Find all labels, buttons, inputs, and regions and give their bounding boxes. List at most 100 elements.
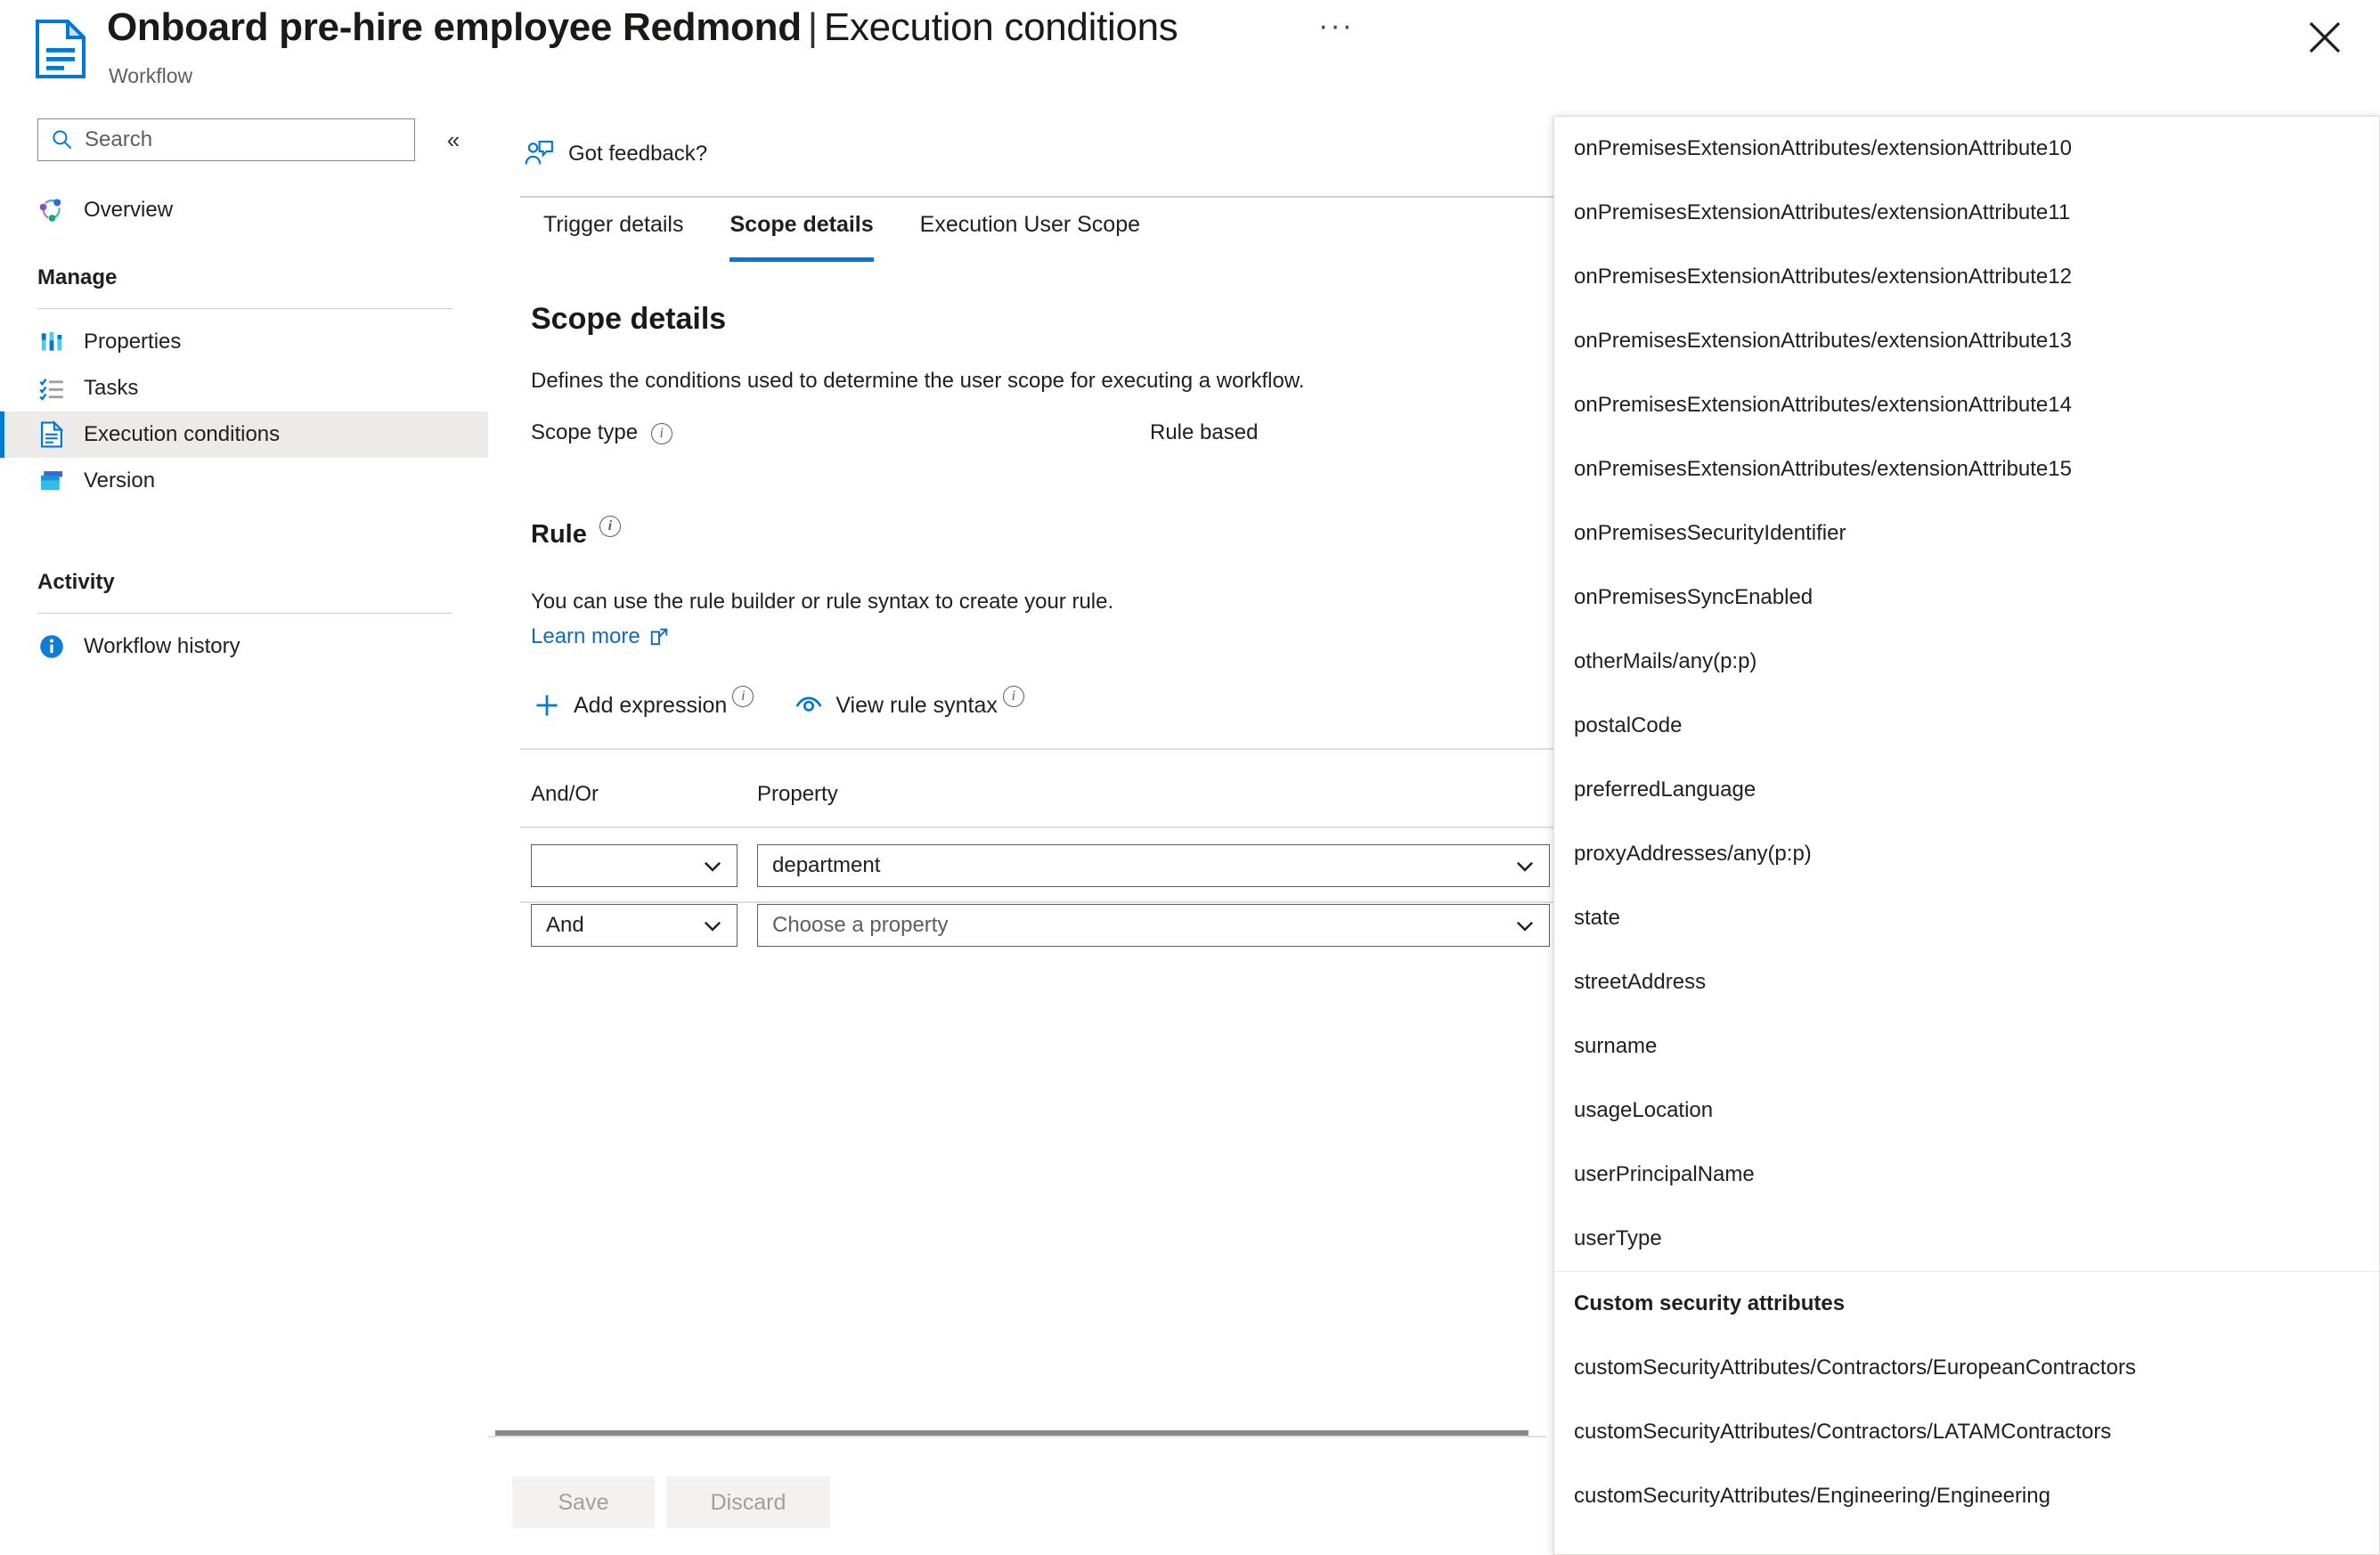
close-icon[interactable] — [2303, 16, 2346, 59]
pane-title: Scope details — [531, 302, 727, 336]
andor-select-row-2[interactable]: And — [531, 904, 738, 947]
info-icon[interactable]: i — [599, 516, 621, 538]
save-button[interactable]: Save — [512, 1477, 655, 1528]
search-icon — [51, 128, 74, 151]
property-option[interactable]: onPremisesExtensionAttributes/extensionA… — [1554, 373, 2379, 437]
tab-label: Trigger details — [543, 212, 684, 237]
property-option[interactable]: streetAddress — [1554, 950, 2379, 1014]
property-option[interactable]: onPremisesExtensionAttributes/extensionA… — [1554, 437, 2379, 501]
view-rule-syntax-button[interactable]: View rule syntax i — [793, 686, 1024, 721]
external-link-icon — [649, 627, 669, 647]
sidebar-item-label: Overview — [84, 198, 174, 222]
sidebar-item-label: Execution conditions — [84, 422, 281, 446]
page-title-section: Execution conditions — [823, 5, 1178, 49]
chevron-down-icon — [1513, 914, 1536, 937]
property-option[interactable]: otherMails/any(p:p) — [1554, 630, 2379, 694]
property-option[interactable]: onPremisesExtensionAttributes/extensionA… — [1554, 117, 2379, 181]
sidebar-item-properties[interactable]: Properties — [0, 319, 488, 365]
property-option[interactable]: postalCode — [1554, 694, 2379, 758]
info-icon[interactable]: i — [1002, 686, 1024, 707]
add-expression-label: Add expression — [574, 692, 728, 718]
property-option[interactable]: onPremisesExtensionAttributes/extensionA… — [1554, 309, 2379, 373]
grid-header-divider — [520, 826, 1575, 828]
search-input[interactable]: Search — [37, 118, 415, 161]
tasks-checklist-icon — [37, 374, 66, 403]
property-group-header: Custom security attributes — [1574, 1291, 1846, 1315]
andor-value-row-2: And — [546, 913, 584, 937]
grid-top-divider — [520, 748, 1575, 750]
property-option[interactable]: usageLocation — [1554, 1079, 2379, 1143]
add-expression-button[interactable]: Add expression i — [531, 686, 754, 721]
property-option[interactable]: onPremisesSyncEnabled — [1554, 566, 2379, 630]
tab-label: Execution User Scope — [919, 212, 1141, 237]
learn-more-link[interactable]: Learn more — [531, 624, 669, 649]
chevron-down-icon — [701, 914, 724, 937]
discard-button[interactable]: Discard — [666, 1477, 830, 1528]
scope-type-text: Scope type — [531, 420, 639, 444]
sidebar-item-label: Workflow history — [84, 634, 240, 658]
page-header: Onboard pre-hire employee Redmond | Execut… — [0, 0, 2380, 105]
property-option[interactable]: preferredLanguage — [1554, 758, 2379, 822]
properties-icon — [37, 328, 66, 356]
info-icon[interactable]: i — [732, 686, 754, 707]
column-header-property: Property — [757, 782, 838, 806]
property-select-row-2[interactable]: Choose a property — [757, 904, 1550, 947]
sidebar: Search « Overview Manage Properties Task… — [0, 105, 488, 1555]
sidebar-item-execution-conditions[interactable]: Execution conditions — [0, 411, 488, 458]
property-value-row-2: Choose a property — [772, 913, 949, 937]
sidebar-group-manage: Manage — [37, 265, 118, 289]
property-option[interactable]: userType — [1554, 1207, 2379, 1271]
sidebar-item-workflow-history[interactable]: Workflow history — [0, 623, 488, 670]
view-rule-syntax-label: View rule syntax — [835, 692, 998, 718]
page-title: Onboard pre-hire employee Redmond | Execut… — [107, 5, 1178, 50]
document-icon — [37, 420, 66, 449]
scope-type-label: Scope type i — [531, 420, 672, 445]
search-placeholder: Search — [85, 127, 153, 151]
info-icon[interactable]: i — [650, 422, 672, 444]
property-dropdown-list: onPremisesExtensionAttributes/extensionA… — [1554, 117, 2379, 1528]
sidebar-item-label: Version — [84, 468, 156, 493]
sidebar-group-activity: Activity — [37, 570, 115, 594]
property-option[interactable]: onPremisesExtensionAttributes/extensionA… — [1554, 181, 2379, 245]
got-feedback-button[interactable]: Got feedback? — [524, 139, 707, 169]
more-options-button[interactable]: ··· — [1316, 11, 1356, 52]
property-option[interactable]: onPremisesExtensionAttributes/extensionA… — [1554, 245, 2379, 309]
overview-icon — [37, 196, 66, 224]
chevron-down-icon — [1513, 854, 1536, 877]
feedback-person-icon — [524, 139, 554, 169]
pane-description: Defines the conditions used to determine… — [531, 369, 1305, 393]
property-option[interactable]: customSecurityAttributes/Contractors/LAT… — [1554, 1400, 2379, 1464]
eye-icon — [793, 689, 825, 721]
tab-trigger-details[interactable]: Trigger details — [520, 201, 706, 269]
sidebar-item-label: Properties — [84, 330, 182, 354]
page-title-main: Onboard pre-hire employee Redmond — [107, 5, 802, 49]
sidebar-divider — [37, 308, 452, 309]
sidebar-item-tasks[interactable]: Tasks — [0, 365, 488, 411]
plus-icon — [531, 689, 563, 721]
tab-execution-user-scope[interactable]: Execution User Scope — [897, 201, 1163, 269]
workflow-document-icon — [36, 17, 88, 78]
property-option[interactable]: onPremisesSecurityIdentifier — [1554, 501, 2379, 566]
andor-select-row-1[interactable] — [531, 844, 738, 887]
chevron-double-left-icon[interactable]: « — [438, 126, 469, 155]
property-option[interactable]: customSecurityAttributes/Contractors/Eur… — [1554, 1336, 2379, 1400]
property-option[interactable]: userPrincipalName — [1554, 1143, 2379, 1207]
chevron-down-icon — [701, 854, 724, 877]
sidebar-item-version[interactable]: Version — [0, 458, 488, 504]
sidebar-item-overview[interactable]: Overview — [0, 187, 488, 233]
property-option[interactable]: state — [1554, 886, 2379, 950]
rule-description: You can use the rule builder or rule syn… — [531, 590, 1114, 614]
property-select-row-1[interactable]: department — [757, 844, 1550, 887]
rule-command-bar: Add expression i View rule syntax i — [531, 680, 1051, 730]
sidebar-divider — [37, 613, 452, 614]
property-option[interactable]: surname — [1554, 1014, 2379, 1079]
property-option[interactable]: customSecurityAttributes/Engineering/Eng… — [1554, 1464, 2379, 1528]
tab-scope-details[interactable]: Scope details — [706, 201, 896, 269]
info-circle-icon — [37, 632, 66, 661]
got-feedback-label: Got feedback? — [568, 142, 708, 166]
property-option[interactable]: proxyAddresses/any(p:p) — [1554, 822, 2379, 886]
rule-section-title: Rule i — [531, 516, 621, 550]
property-dropdown-panel[interactable]: onPremisesExtensionAttributes/extensionA… — [1553, 116, 2380, 1555]
property-value-row-1: department — [772, 853, 881, 877]
page-title-separator: | — [807, 5, 818, 49]
